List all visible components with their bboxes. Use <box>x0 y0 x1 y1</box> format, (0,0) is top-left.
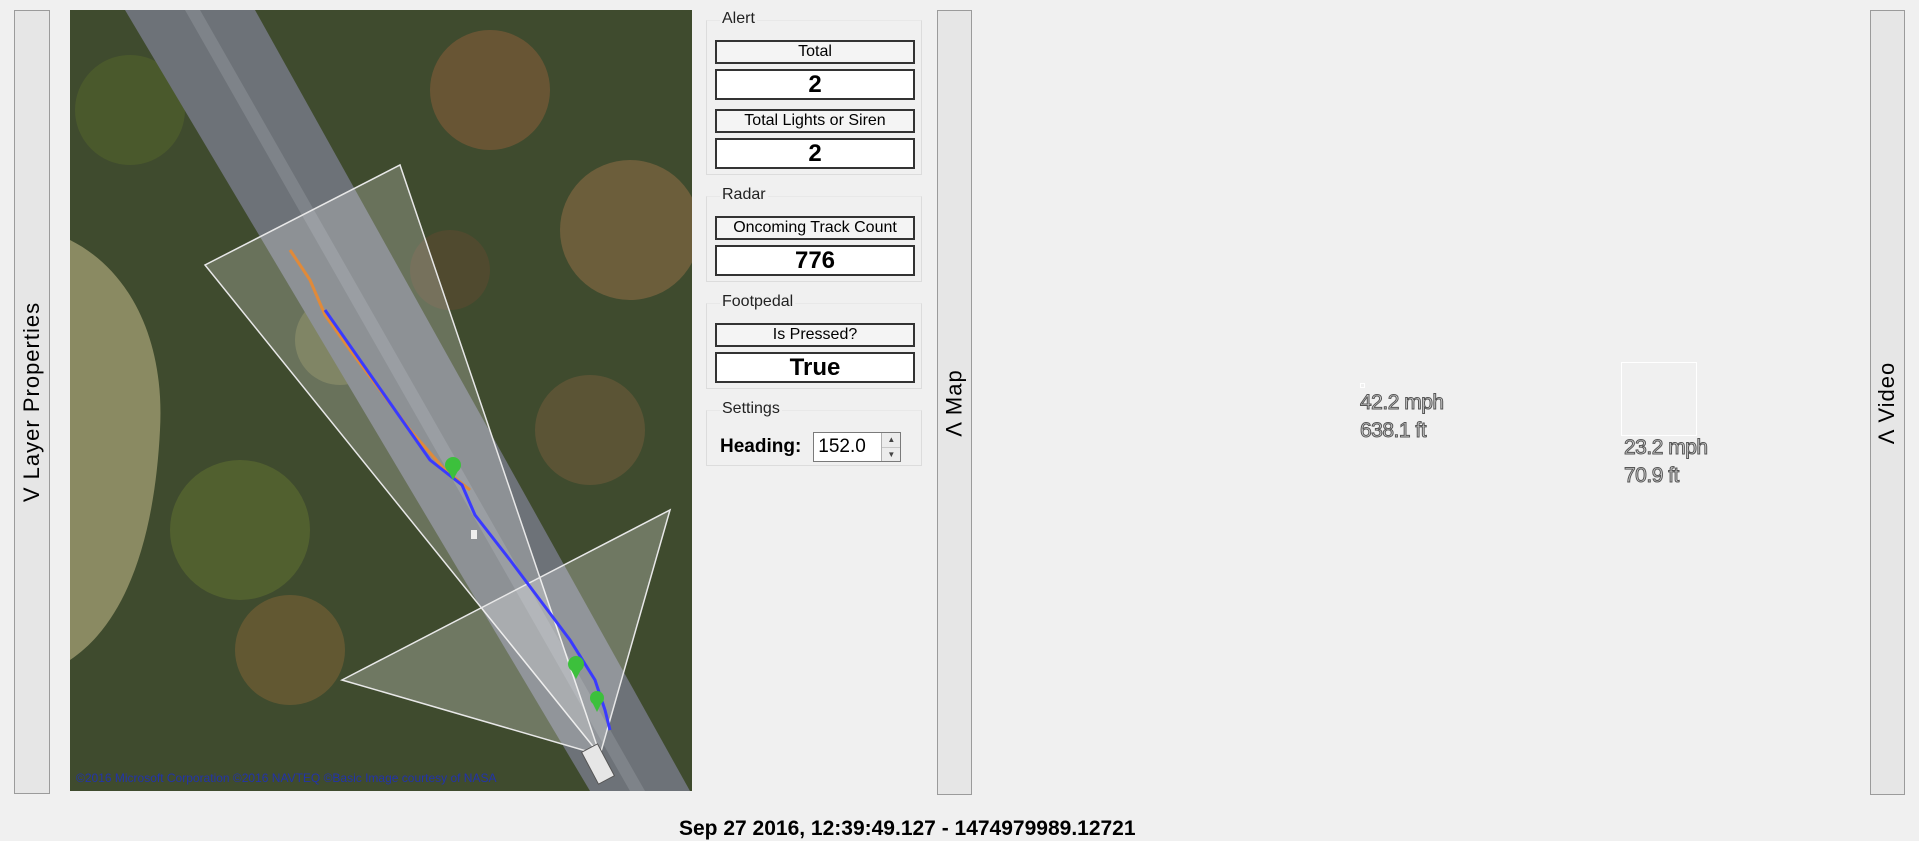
layer-properties-tab-label: V Layer Properties <box>19 301 45 503</box>
layer-properties-tab[interactable]: V Layer Properties <box>14 10 50 794</box>
map-tab[interactable]: Λ Map <box>937 10 972 795</box>
track-speed: 23.2 mph <box>1624 436 1709 460</box>
video-tab[interactable]: Λ Video <box>1870 10 1905 795</box>
map-copyright: ©2016 Microsoft Corporation ©2016 NAVTEQ… <box>76 771 497 785</box>
heading-spinner[interactable]: 152.0 ▲ ▼ <box>813 432 902 462</box>
footpedal-group-title: Footpedal <box>720 293 796 311</box>
oncoming-track-label: Oncoming Track Count <box>715 216 915 240</box>
footpedal-pressed-value: True <box>715 352 915 383</box>
oncoming-track-stat: Oncoming Track Count 776 <box>715 216 915 276</box>
radar-group-title: Radar <box>720 186 768 204</box>
footpedal-pressed-stat: Is Pressed? True <box>715 323 915 383</box>
spin-down-icon[interactable]: ▼ <box>882 446 901 461</box>
map-view[interactable]: ©2016 Microsoft Corporation ©2016 NAVTEQ… <box>70 10 692 791</box>
oncoming-track-value: 776 <box>715 245 915 276</box>
track-box <box>1621 362 1697 436</box>
settings-group-title: Settings <box>720 400 782 418</box>
satellite-imagery <box>70 10 692 791</box>
alert-total-stat: Total 2 <box>715 40 915 100</box>
map-tab-label: Λ Map <box>941 368 967 437</box>
heading-label: Heading: <box>720 436 802 457</box>
alert-total-label: Total <box>715 40 915 64</box>
track-distance: 638.1 ft <box>1360 419 1428 443</box>
video-tab-label: Λ Video <box>1874 361 1900 444</box>
alert-lights-stat: Total Lights or Siren 2 <box>715 109 915 169</box>
track-box <box>1360 383 1365 388</box>
alert-lights-value: 2 <box>715 138 915 169</box>
spin-up-icon[interactable]: ▲ <box>882 433 901 447</box>
footpedal-pressed-label: Is Pressed? <box>715 323 915 347</box>
timestamp: Sep 27 2016, 12:39:49.127 - 1474979989.1… <box>679 817 1136 840</box>
alert-group-title: Alert <box>720 10 757 28</box>
track-label: 42.2 mph 638.1 ft <box>1360 389 1445 445</box>
radar-group: Radar Oncoming Track Count 776 <box>706 186 922 282</box>
alert-group: Alert Total 2 Total Lights or Siren 2 <box>706 10 922 175</box>
settings-group: Settings Heading: 152.0 ▲ ▼ <box>706 400 922 466</box>
track-speed: 42.2 mph <box>1360 391 1445 415</box>
heading-row: Heading: 152.0 ▲ ▼ <box>720 432 902 462</box>
alert-lights-label: Total Lights or Siren <box>715 109 915 133</box>
track-label: 23.2 mph 70.9 ft <box>1624 434 1709 490</box>
alert-total-value: 2 <box>715 69 915 100</box>
heading-input[interactable]: 152.0 <box>814 433 881 461</box>
track-distance: 70.9 ft <box>1624 464 1680 488</box>
footpedal-group: Footpedal Is Pressed? True <box>706 293 922 389</box>
